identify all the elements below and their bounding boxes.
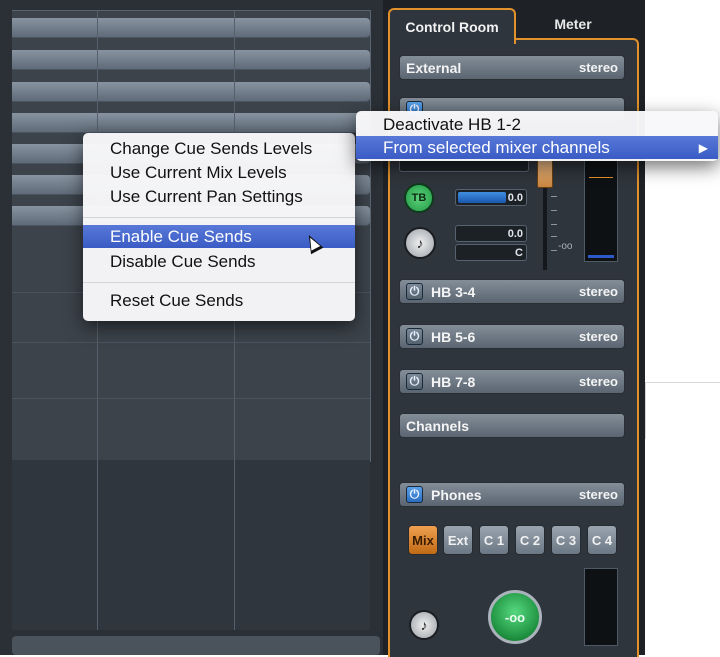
row-format: stereo bbox=[578, 374, 618, 389]
meter-floor bbox=[588, 255, 614, 258]
fader-handle[interactable] bbox=[537, 158, 553, 188]
fader-scale-label: -oo bbox=[558, 241, 573, 252]
level-fill bbox=[458, 192, 506, 203]
menu-item-use-current-pan-settings[interactable]: Use Current Pan Settings bbox=[83, 185, 355, 208]
row-format: stereo bbox=[578, 329, 618, 344]
tab-meter[interactable]: Meter bbox=[515, 8, 631, 40]
power-icon[interactable]: ⏻ bbox=[406, 283, 423, 300]
row-label: Channels bbox=[406, 417, 470, 434]
source-mix-button[interactable]: Mix bbox=[408, 525, 438, 555]
cue-sends-context-menu: Change Cue Sends Levels Use Current Mix … bbox=[83, 133, 355, 321]
tab-control-room[interactable]: Control Room bbox=[388, 8, 516, 44]
output-meter bbox=[584, 150, 618, 262]
external-row[interactable]: External stereo bbox=[399, 55, 625, 80]
row-format: stereo bbox=[578, 284, 618, 299]
menu-item-reset-cue-sends[interactable]: Reset Cue Sends bbox=[83, 289, 355, 312]
level-field[interactable]: 0.0 bbox=[455, 189, 527, 206]
row-label: Phones bbox=[431, 486, 482, 503]
hb78-row[interactable]: ⏻ HB 7-8 stereo bbox=[399, 369, 625, 394]
talkback-icon[interactable]: ♪ bbox=[409, 610, 439, 640]
menu-item-change-cue-sends-levels[interactable]: Change Cue Sends Levels bbox=[83, 137, 355, 160]
channel-strip[interactable] bbox=[12, 113, 370, 133]
talkback-button[interactable]: TB bbox=[404, 183, 434, 213]
row-label: HB 5-6 bbox=[431, 328, 476, 345]
level2-value: 0.0 bbox=[507, 227, 523, 240]
hb56-row[interactable]: ⏻ HB 5-6 stereo bbox=[399, 324, 625, 349]
fader-tick bbox=[551, 250, 557, 251]
menu-item-use-current-mix-levels[interactable]: Use Current Mix Levels bbox=[83, 161, 355, 184]
menu-item-disable-cue-sends[interactable]: Disable Cue Sends bbox=[83, 250, 355, 273]
fader-tick bbox=[551, 224, 557, 225]
menu-separator bbox=[83, 282, 355, 283]
channel-strip[interactable] bbox=[12, 50, 370, 70]
source-c3-button[interactable]: C 3 bbox=[551, 525, 581, 555]
channel-strip[interactable] bbox=[12, 82, 370, 102]
phones-meter bbox=[584, 568, 618, 646]
fader-tick bbox=[551, 210, 557, 211]
menu-item-label: From selected mixer channels bbox=[383, 137, 610, 157]
power-icon[interactable]: ⏻ bbox=[406, 373, 423, 390]
level-value: 0.0 bbox=[507, 191, 523, 204]
menu-item-deactivate-hb12[interactable]: Deactivate HB 1-2 bbox=[356, 113, 718, 136]
power-icon[interactable]: ⏻ bbox=[406, 328, 423, 345]
meter-peak bbox=[589, 177, 613, 178]
source-submenu: Deactivate HB 1-2 From selected mixer ch… bbox=[356, 111, 718, 161]
row-label: HB 3-4 bbox=[431, 283, 476, 300]
row-label: HB 7-8 bbox=[431, 373, 476, 390]
submenu-arrow-icon: ▶ bbox=[698, 140, 708, 155]
row-format: stereo bbox=[578, 60, 618, 75]
row-format: stereo bbox=[578, 487, 618, 502]
level2-field[interactable]: 0.0 bbox=[455, 225, 527, 242]
source-c4-button[interactable]: C 4 bbox=[587, 525, 617, 555]
pan-field[interactable]: C bbox=[455, 244, 527, 261]
source-c2-button[interactable]: C 2 bbox=[515, 525, 545, 555]
source-ext-button[interactable]: Ext bbox=[443, 525, 473, 555]
channel-strip[interactable] bbox=[12, 18, 370, 38]
hb34-row[interactable]: ⏻ HB 3-4 stereo bbox=[399, 279, 625, 304]
power-icon[interactable]: ⏻ bbox=[406, 486, 423, 503]
background-page-edge bbox=[645, 382, 720, 439]
channels-row[interactable]: Channels bbox=[399, 413, 625, 438]
row-label: External bbox=[406, 59, 462, 76]
mixer-grid-lower bbox=[12, 460, 370, 630]
mixer-area bbox=[0, 0, 383, 655]
phones-row[interactable]: ⏻ Phones stereo bbox=[399, 482, 625, 507]
menu-separator bbox=[83, 217, 355, 218]
pan-value: C bbox=[515, 246, 523, 259]
menu-item-from-selected-mixer-channels[interactable]: From selected mixer channels ▶ bbox=[356, 136, 718, 159]
fader-tick bbox=[551, 196, 557, 197]
grid-line bbox=[12, 398, 370, 399]
talkback-icon[interactable]: ♪ bbox=[404, 227, 436, 259]
grid-line bbox=[12, 342, 370, 343]
phones-level-knob[interactable]: -oo bbox=[488, 590, 542, 644]
mixer-footer bbox=[12, 636, 380, 655]
fader-tick bbox=[551, 236, 557, 237]
source-c1-button[interactable]: C 1 bbox=[479, 525, 509, 555]
